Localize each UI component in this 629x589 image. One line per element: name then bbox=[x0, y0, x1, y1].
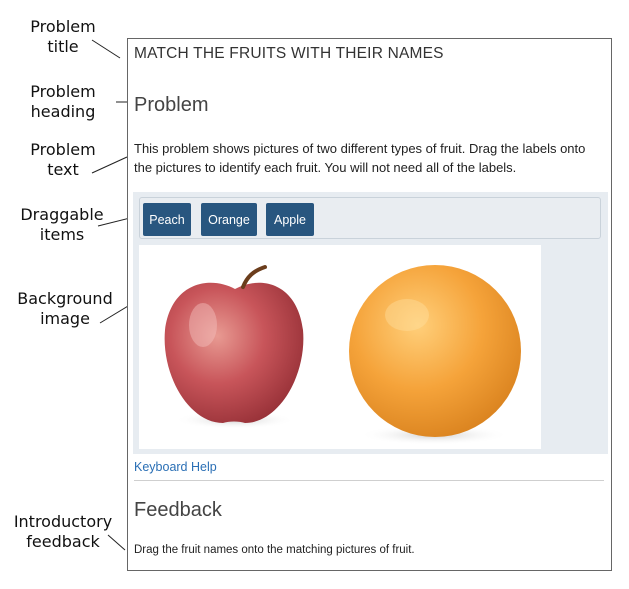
draggable-items-tray: Peach Orange Apple bbox=[139, 197, 601, 239]
apple-icon bbox=[164, 265, 304, 429]
draggable-item-peach[interactable]: Peach bbox=[143, 203, 191, 236]
callout-problem-title: Problem title bbox=[30, 17, 96, 56]
callout-background-image: Background image bbox=[17, 289, 113, 328]
orange-icon bbox=[349, 265, 521, 445]
keyboard-help-link[interactable]: Keyboard Help bbox=[134, 460, 217, 474]
problem-heading: Problem bbox=[134, 94, 209, 116]
introductory-feedback-text: Drag the fruit names onto the matching p… bbox=[134, 544, 415, 556]
callout-introductory-feedback: Introductory feedback bbox=[13, 512, 113, 551]
problem-text: This problem shows pictures of two diffe… bbox=[134, 141, 586, 175]
drag-and-drop-area: Peach Orange Apple bbox=[133, 192, 608, 454]
draggable-item-orange[interactable]: Orange bbox=[201, 203, 257, 236]
callout-problem-text: Problem text bbox=[30, 140, 96, 179]
divider bbox=[134, 480, 604, 481]
feedback-heading: Feedback bbox=[134, 499, 222, 521]
draggable-item-apple[interactable]: Apple bbox=[266, 203, 314, 236]
background-image[interactable] bbox=[139, 245, 541, 449]
problem-title: MATCH THE FRUITS WITH THEIR NAMES bbox=[134, 45, 444, 62]
callout-problem-heading: Problem heading bbox=[30, 82, 96, 121]
problem-panel: MATCH THE FRUITS WITH THEIR NAMES Proble… bbox=[127, 38, 612, 571]
callout-draggable-items: Draggable items bbox=[20, 205, 104, 244]
